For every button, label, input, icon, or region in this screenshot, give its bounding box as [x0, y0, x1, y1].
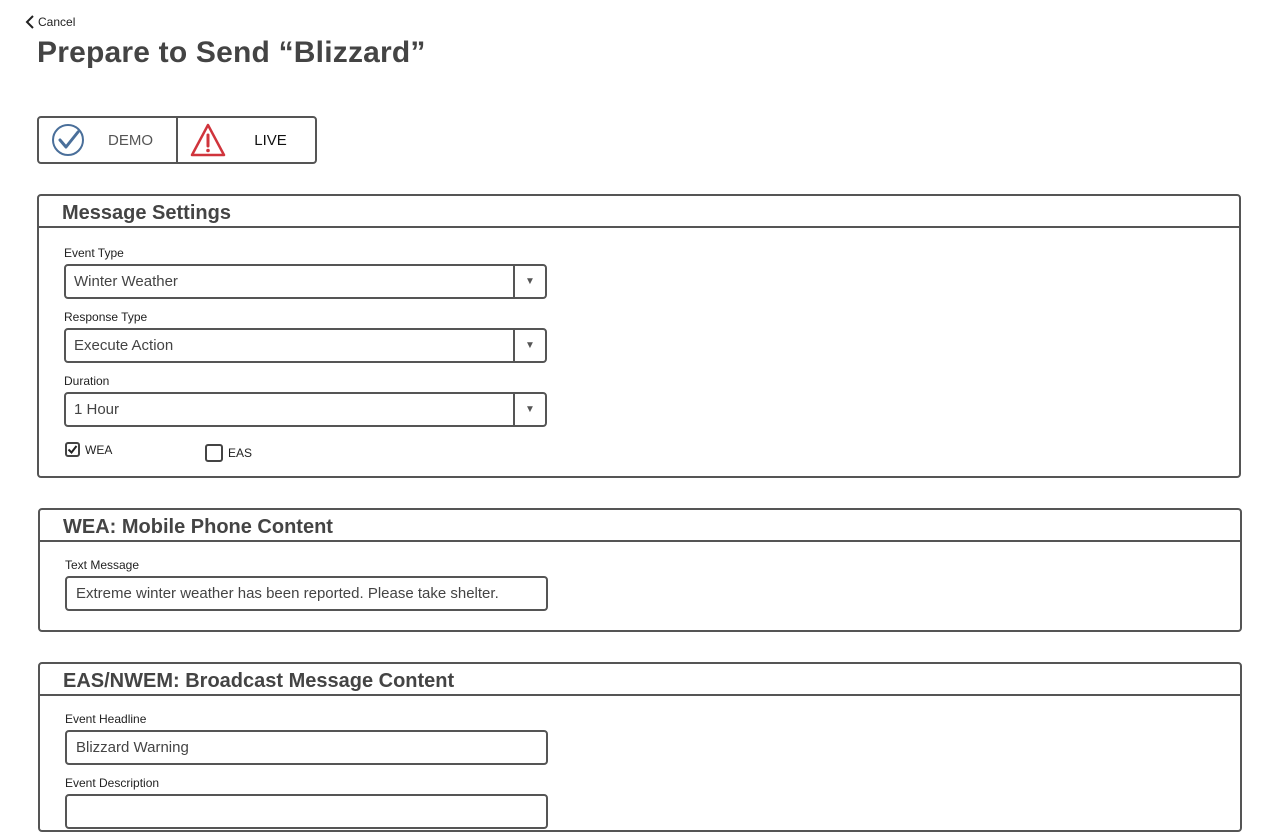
- live-button[interactable]: LIVE: [176, 118, 315, 162]
- event-headline-input[interactable]: Blizzard Warning: [65, 730, 548, 765]
- wea-label: WEA: [85, 442, 113, 457]
- cancel-link[interactable]: Cancel: [24, 14, 75, 30]
- caret-down-icon: ▼: [513, 330, 545, 361]
- wea-checkbox[interactable]: WEA: [65, 442, 112, 457]
- warning-triangle-icon: [190, 123, 226, 157]
- event-headline-label: Event Headline: [65, 712, 147, 726]
- event-type-value: Winter Weather: [74, 273, 178, 290]
- eas-panel: EAS/NWEM: Broadcast Message Content Even…: [38, 662, 1242, 832]
- demo-button[interactable]: DEMO: [39, 118, 176, 162]
- wea-heading: WEA: Mobile Phone Content: [40, 510, 1240, 542]
- checkbox-box: [205, 444, 223, 462]
- duration-value: 1 Hour: [74, 401, 120, 418]
- message-settings-heading: Message Settings: [39, 196, 1239, 228]
- caret-down-icon: ▼: [513, 394, 545, 425]
- message-settings-panel: Message Settings Event Type Winter Weath…: [37, 194, 1241, 478]
- chevron-left-icon: [25, 15, 34, 29]
- text-message-label: Text Message: [65, 558, 140, 572]
- eas-heading: EAS/NWEM: Broadcast Message Content: [40, 664, 1240, 696]
- check-circle-icon: [52, 124, 84, 156]
- checkbox-box: [65, 442, 80, 457]
- duration-select[interactable]: 1 Hour ▼: [64, 392, 547, 427]
- response-type-label: Response Type: [64, 310, 148, 324]
- response-type-select[interactable]: Execute Action ▼: [64, 328, 547, 363]
- eas-label: EAS: [228, 446, 253, 460]
- checkmark-icon: [67, 445, 78, 455]
- page-title: Prepare to Send “Blizzard”: [37, 36, 426, 69]
- event-description-input[interactable]: [65, 794, 548, 829]
- event-type-select[interactable]: Winter Weather ▼: [64, 264, 547, 299]
- response-type-value: Execute Action: [74, 337, 174, 354]
- text-message-input[interactable]: Extreme winter weather has been reported…: [65, 576, 548, 611]
- wea-panel: WEA: Mobile Phone Content Text Message E…: [38, 508, 1242, 632]
- cancel-label: Cancel: [38, 15, 76, 29]
- eas-checkbox[interactable]: EAS: [205, 444, 252, 462]
- duration-label: Duration: [64, 374, 110, 388]
- event-description-label: Event Description: [65, 776, 160, 790]
- live-label: LIVE: [254, 131, 287, 149]
- event-type-label: Event Type: [64, 246, 124, 260]
- mode-toggle: DEMO LIVE: [37, 116, 317, 164]
- caret-down-icon: ▼: [513, 266, 545, 297]
- demo-label: DEMO: [108, 131, 153, 149]
